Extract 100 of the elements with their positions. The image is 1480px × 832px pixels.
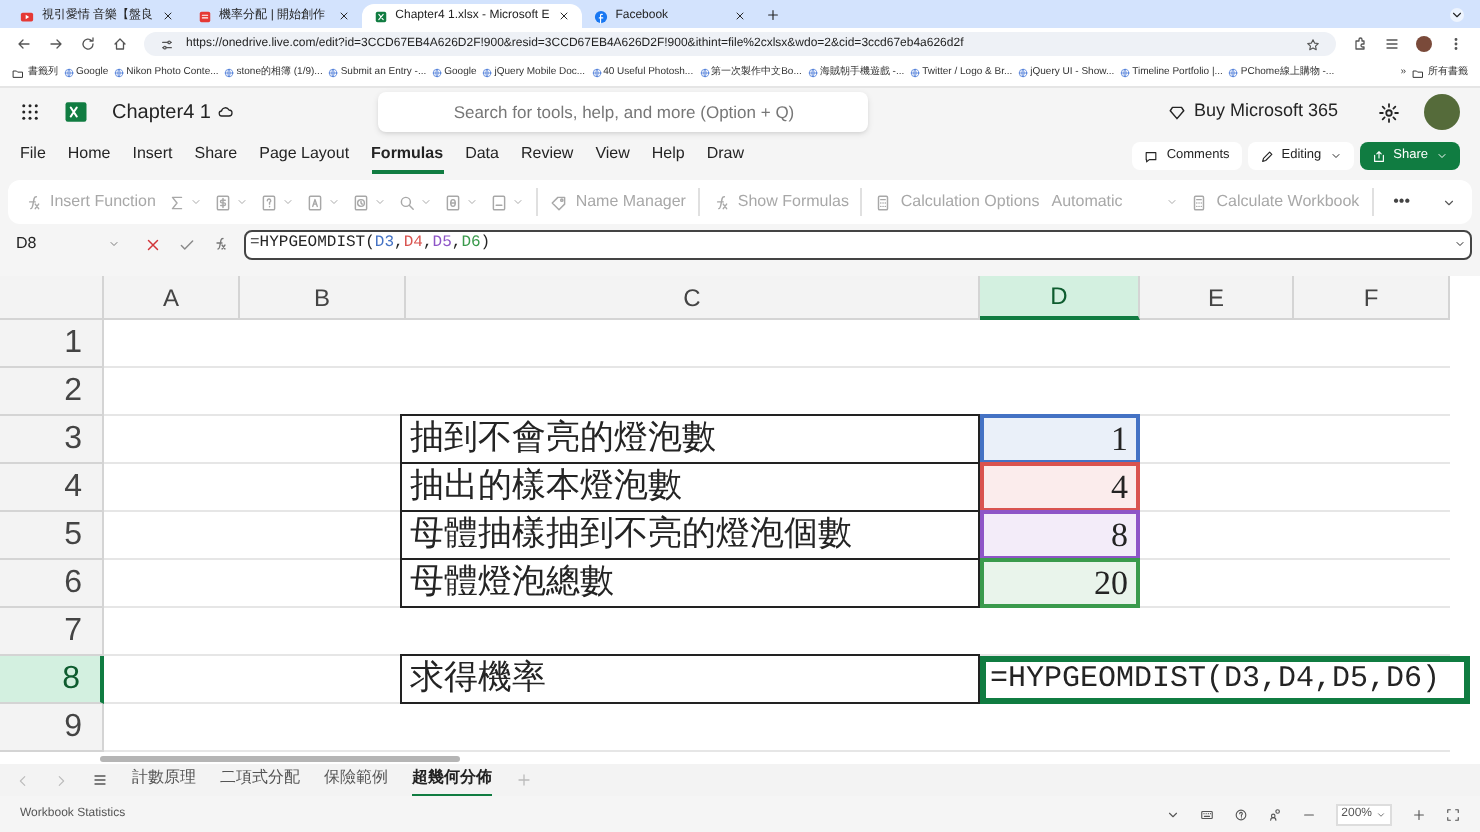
menu-tab[interactable]: Page Layout	[259, 138, 350, 174]
menu-tab[interactable]: Data	[465, 138, 499, 174]
cancel-icon[interactable]	[144, 235, 162, 253]
row-header[interactable]: 3	[0, 416, 104, 464]
caret-icon[interactable]	[1442, 195, 1456, 209]
globe-icon	[699, 68, 710, 78]
menu-tab[interactable]: File	[20, 138, 46, 174]
extensions-icon[interactable]	[1352, 36, 1368, 52]
table-cell: 4	[980, 462, 1140, 512]
profile-avatar[interactable]	[1416, 36, 1432, 52]
name-box[interactable]: D8	[8, 232, 128, 256]
app-launcher-icon[interactable]	[20, 102, 40, 122]
sheet-tab[interactable]: 保險範例	[324, 762, 388, 798]
folder-icon	[12, 67, 24, 79]
globe-icon	[1018, 68, 1029, 78]
caret-icon[interactable]	[1165, 807, 1180, 821]
caret-icon	[1166, 196, 1179, 208]
caret-icon	[189, 196, 202, 208]
menu-tab[interactable]: Help	[651, 138, 685, 174]
theta-icon	[443, 193, 462, 211]
globe-icon	[432, 68, 443, 78]
zoom-in-icon[interactable]	[1412, 807, 1426, 821]
document-title[interactable]: Chapter4 1	[112, 97, 211, 127]
clock-icon	[351, 193, 370, 211]
star-icon[interactable]	[1306, 37, 1320, 51]
spreadsheet-icon	[373, 9, 388, 23]
function-icon[interactable]	[212, 236, 228, 252]
letter-icon	[305, 193, 324, 211]
settings-icon[interactable]	[1378, 101, 1400, 123]
menu-tab[interactable]: Insert	[132, 138, 173, 174]
row-header[interactable]: 7	[0, 608, 104, 656]
column-header[interactable]: C	[406, 276, 980, 320]
row-header[interactable]: 8	[0, 656, 104, 704]
row-header[interactable]: 9	[0, 704, 104, 752]
formula-cell[interactable]: =HYPGEOMDIST(D3,D4,D5,D6)	[980, 656, 1470, 704]
sheet-tab[interactable]: 二項式分配	[220, 762, 300, 798]
table-cell: 求得機率	[400, 654, 980, 704]
table-cell: 抽到不會亮的燈泡數	[400, 414, 980, 464]
caret-icon	[235, 196, 248, 208]
function-icon	[711, 193, 730, 211]
menu-tab[interactable]: Home	[67, 138, 111, 174]
reload-icon[interactable]	[80, 36, 96, 52]
buy-link[interactable]: Buy Microsoft 365	[1167, 98, 1338, 126]
caret-icon	[1454, 238, 1466, 250]
document-icon	[197, 9, 212, 23]
horizontal-scrollbar[interactable]	[100, 755, 460, 761]
column-header[interactable]: B	[240, 276, 406, 320]
menu-tab[interactable]: View	[595, 138, 630, 174]
keyboard-icon[interactable]	[1199, 807, 1214, 821]
table-cell: 母體燈泡總數	[400, 558, 980, 608]
help-icon[interactable]	[1233, 807, 1248, 821]
formula-field[interactable]: =HYPGEOMDIST(D3,D4,D5,D6)	[244, 229, 1472, 259]
function-icon	[24, 193, 42, 211]
row-header[interactable]: 1	[0, 320, 104, 368]
column-header[interactable]: F	[1294, 276, 1450, 320]
caret-icon[interactable]	[1450, 8, 1464, 22]
people-icon[interactable]	[1267, 807, 1282, 821]
globe-icon	[482, 68, 493, 78]
close-icon[interactable]	[557, 10, 570, 22]
globe-icon	[1228, 68, 1239, 78]
folder-icon	[1412, 67, 1424, 79]
globe-icon	[807, 68, 818, 78]
search-field[interactable]: Search for tools, help, and more (Option + Q)	[378, 92, 869, 132]
menu-tab[interactable]: Review	[520, 138, 574, 174]
menu-tab[interactable]: Share	[194, 138, 238, 174]
home-icon[interactable]	[112, 36, 128, 52]
media-icon[interactable]	[1384, 36, 1400, 52]
tune-icon	[160, 37, 174, 51]
column-header[interactable]: E	[1140, 276, 1294, 320]
fullscreen-icon[interactable]	[1446, 807, 1460, 821]
column-header[interactable]: A	[104, 276, 240, 320]
back-icon[interactable]	[16, 36, 32, 52]
globe-icon	[910, 68, 921, 78]
close-icon[interactable]	[161, 10, 174, 22]
caret-icon	[1329, 150, 1342, 162]
row-header[interactable]: 5	[0, 512, 104, 560]
menu-tab[interactable]: Formulas	[371, 138, 444, 174]
caret-icon	[465, 196, 478, 208]
close-icon[interactable]	[337, 10, 350, 22]
user-avatar[interactable]	[1424, 94, 1460, 130]
row-header[interactable]: 6	[0, 560, 104, 608]
forward-icon[interactable]	[48, 36, 64, 52]
pencil-icon	[1259, 149, 1274, 163]
menu-icon[interactable]	[92, 772, 108, 788]
new-tab-icon[interactable]	[765, 8, 780, 22]
menu-tab[interactable]: Draw	[706, 138, 745, 174]
more-options-button[interactable]: •••	[1385, 190, 1418, 214]
close-icon[interactable]	[733, 10, 746, 22]
caret-icon	[1376, 809, 1386, 819]
calculator-icon	[1190, 193, 1209, 211]
row-header[interactable]: 2	[0, 368, 104, 416]
column-header[interactable]: D	[980, 276, 1140, 320]
caret-icon	[511, 196, 524, 208]
caret-icon	[373, 196, 386, 208]
table-cell: 20	[980, 558, 1140, 608]
confirm-icon[interactable]	[178, 235, 196, 253]
row-header[interactable]: 4	[0, 464, 104, 512]
table-cell: 母體抽樣抽到不亮的燈泡個數	[400, 510, 980, 560]
caret-icon	[327, 196, 340, 208]
sheet-tab[interactable]: 計數原理	[132, 762, 196, 798]
